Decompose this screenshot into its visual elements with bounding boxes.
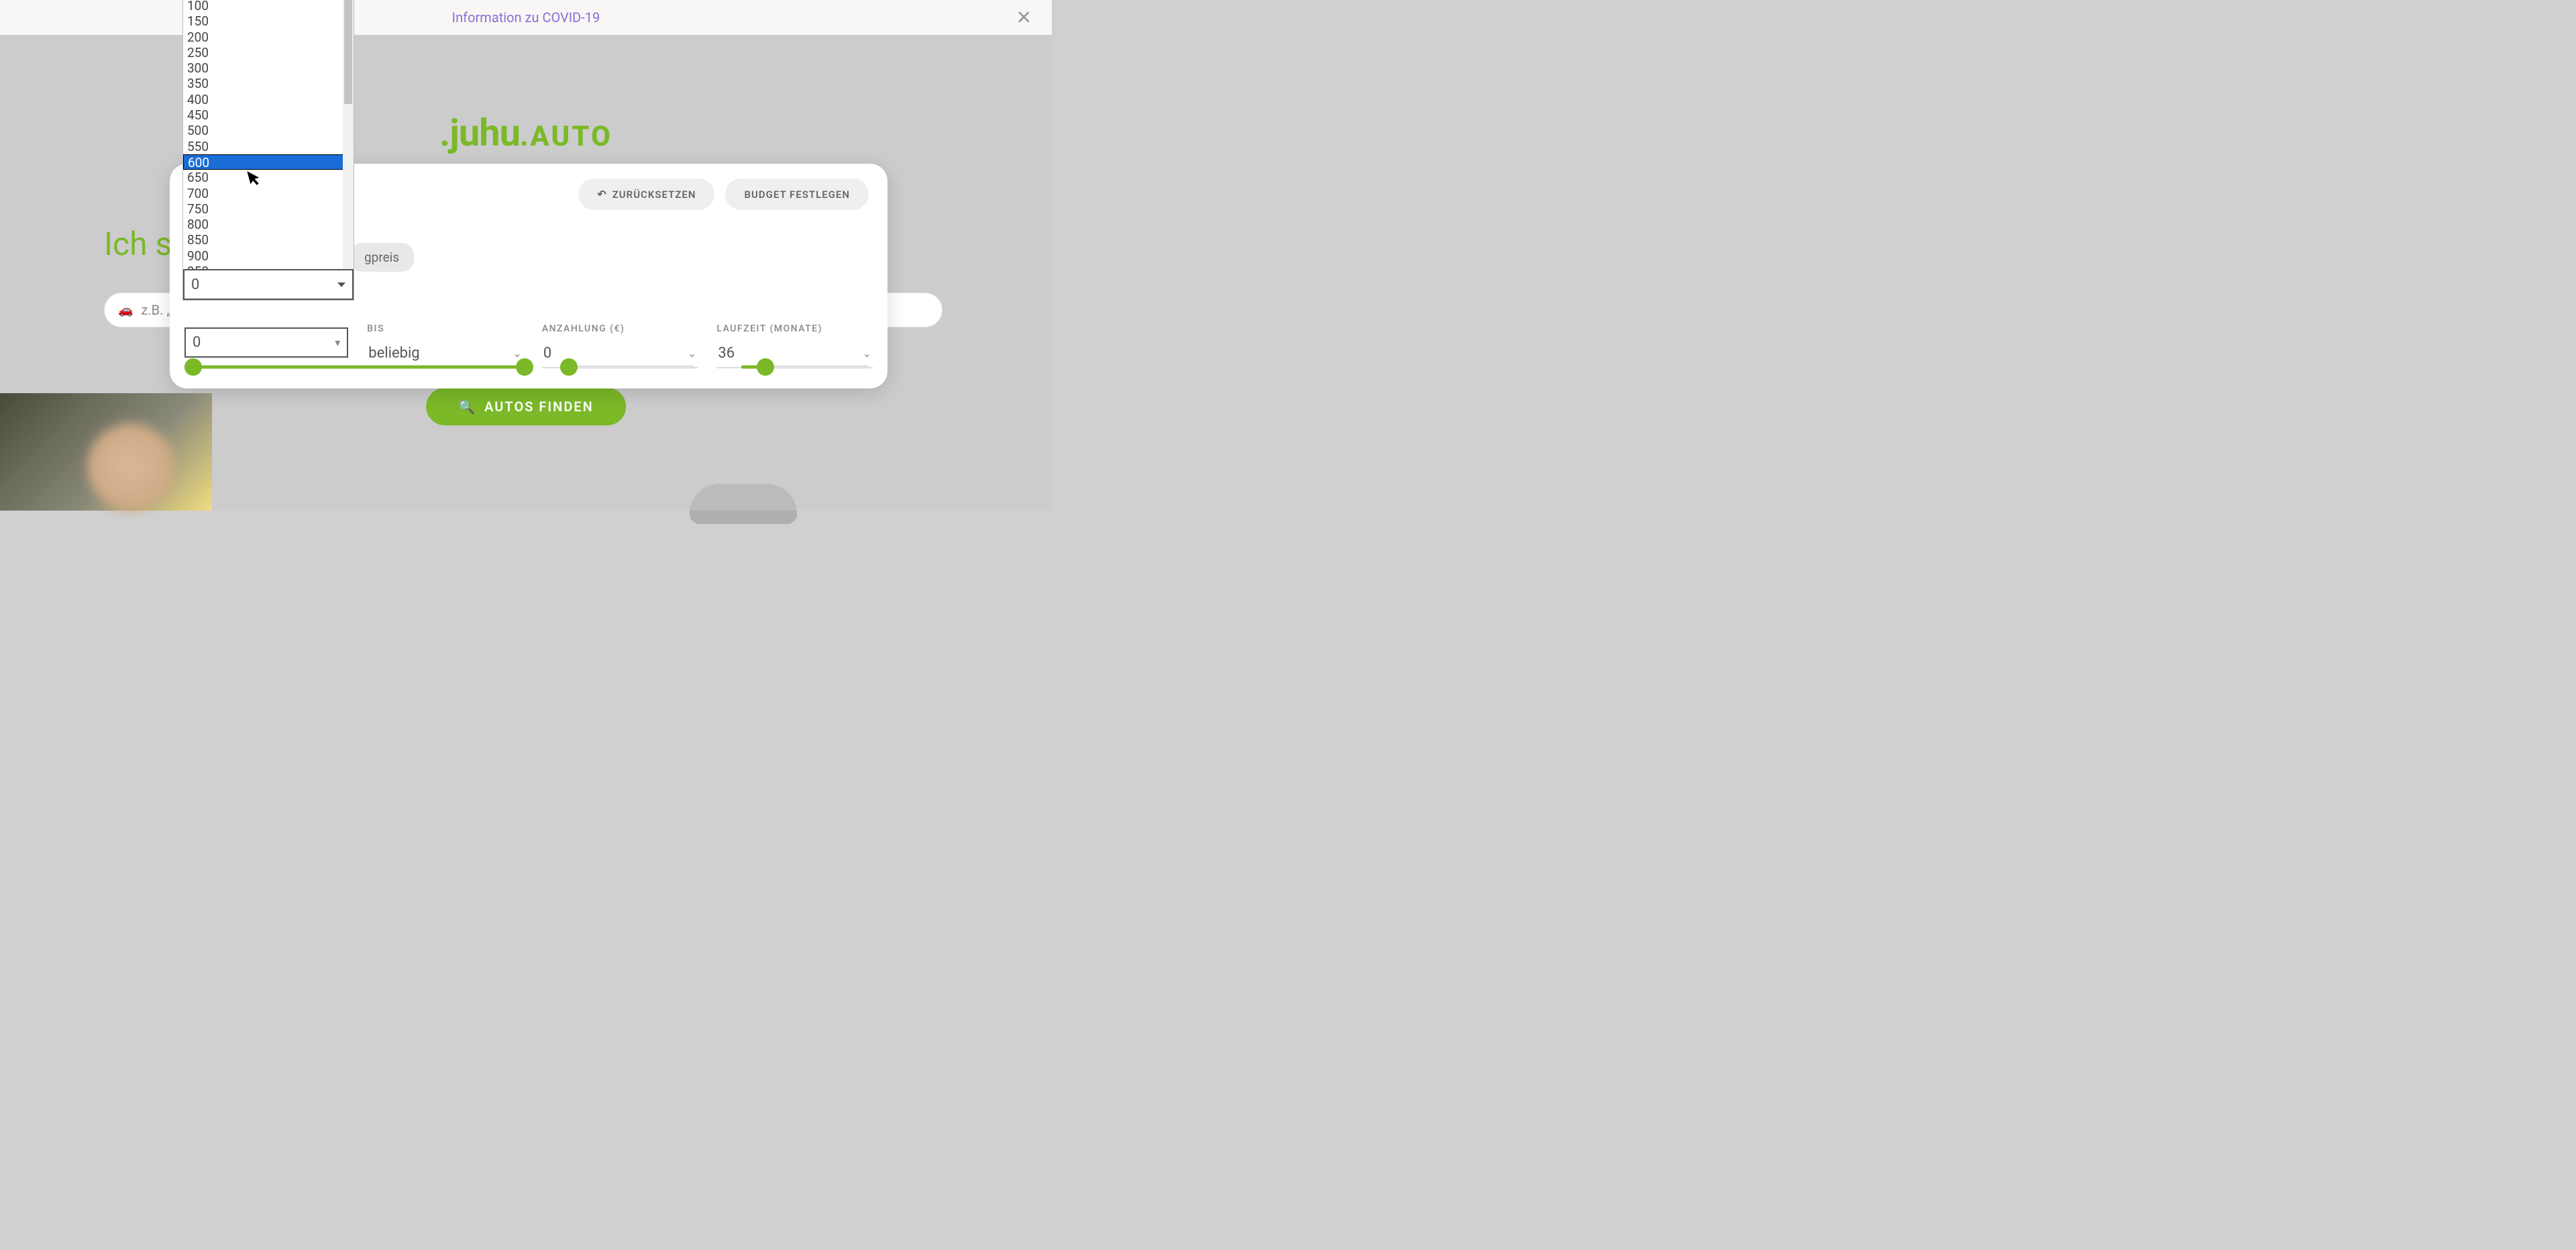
chevron-down-icon: ⌄ bbox=[688, 347, 696, 360]
dropdown-option[interactable]: 100 bbox=[183, 0, 354, 13]
banner-link[interactable]: Information zu COVID-19 bbox=[452, 9, 600, 25]
dropdown-option[interactable]: 300 bbox=[183, 60, 354, 76]
covid-banner: Information zu COVID-19 ✕ bbox=[0, 0, 1052, 35]
slider-handle[interactable] bbox=[757, 358, 774, 376]
dropdown-option[interactable]: 550 bbox=[183, 139, 354, 154]
dropdown-option[interactable]: 900 bbox=[183, 248, 354, 264]
filter-chip[interactable]: gpreis bbox=[350, 243, 414, 272]
dropdown-listbox[interactable]: 1001502002503003504004505005506006507007… bbox=[182, 0, 354, 301]
slider-handle-min[interactable] bbox=[184, 358, 202, 376]
dropdown-option[interactable]: 750 bbox=[183, 201, 354, 217]
slider-handle-max[interactable] bbox=[516, 358, 533, 376]
dropdown-option[interactable]: 350 bbox=[183, 76, 354, 91]
scrollbar-thumb[interactable] bbox=[344, 0, 352, 104]
select-von[interactable]: 0 ▾ bbox=[184, 327, 348, 358]
dropdown-option[interactable]: 150 bbox=[183, 13, 354, 29]
dropdown-option[interactable]: 250 bbox=[183, 45, 354, 60]
webcam-overlay bbox=[0, 393, 212, 511]
chevron-down-icon bbox=[337, 282, 345, 287]
car-icon: 🚗 bbox=[118, 303, 133, 317]
dropdown-option[interactable]: 600 bbox=[183, 154, 354, 170]
chevron-down-icon: ⌄ bbox=[863, 347, 871, 360]
set-budget-label: BUDGET FESTLEGEN bbox=[744, 189, 850, 201]
find-cars-button[interactable]: 🔍 AUTOS FINDEN bbox=[426, 388, 626, 425]
select-von-value: 0 bbox=[193, 334, 201, 351]
field-label-bis: BIS bbox=[367, 323, 523, 334]
slider-laufzeit[interactable] bbox=[741, 360, 869, 374]
scrollbar-track[interactable] bbox=[343, 0, 354, 300]
close-icon[interactable]: ✕ bbox=[1016, 7, 1032, 29]
dropdown-value: 0 bbox=[191, 276, 199, 293]
slider-price[interactable] bbox=[184, 360, 533, 374]
dropdown-option[interactable]: 200 bbox=[183, 30, 354, 45]
car-silhouette bbox=[690, 484, 797, 524]
dropdown-option[interactable]: 850 bbox=[183, 232, 354, 248]
dropdown-option[interactable]: 450 bbox=[183, 107, 354, 123]
slider-anzahlung[interactable] bbox=[560, 360, 694, 374]
reset-button[interactable]: ↶ ZURÜCKSETZEN bbox=[578, 178, 714, 210]
chevron-down-icon: ⌄ bbox=[513, 347, 521, 360]
set-budget-button[interactable]: BUDGET FESTLEGEN bbox=[725, 178, 869, 210]
field-label-anzahlung: ANZAHLUNG (€) bbox=[542, 323, 698, 334]
chevron-down-icon: ▾ bbox=[335, 336, 340, 349]
dropdown-option[interactable]: 700 bbox=[183, 186, 354, 201]
dropdown-option[interactable]: 400 bbox=[183, 92, 354, 107]
search-icon: 🔍 bbox=[458, 399, 476, 415]
reset-label: ZURÜCKSETZEN bbox=[612, 189, 696, 201]
slider-handle[interactable] bbox=[560, 358, 578, 376]
dropdown-combobox[interactable]: 0 bbox=[183, 269, 354, 300]
undo-icon: ↶ bbox=[597, 188, 606, 201]
dropdown-option[interactable]: 500 bbox=[183, 123, 354, 138]
slider-group bbox=[184, 360, 869, 374]
dropdown-option[interactable]: 800 bbox=[183, 217, 354, 232]
dropdown-option[interactable]: 650 bbox=[183, 170, 354, 185]
site-logo: .juhu.AUTO bbox=[439, 111, 612, 155]
field-label-laufzeit: LAUFZEIT (MONATE) bbox=[716, 323, 873, 334]
find-cars-label: AUTOS FINDEN bbox=[484, 399, 594, 415]
search-placeholder: z.B. „ bbox=[141, 302, 171, 318]
